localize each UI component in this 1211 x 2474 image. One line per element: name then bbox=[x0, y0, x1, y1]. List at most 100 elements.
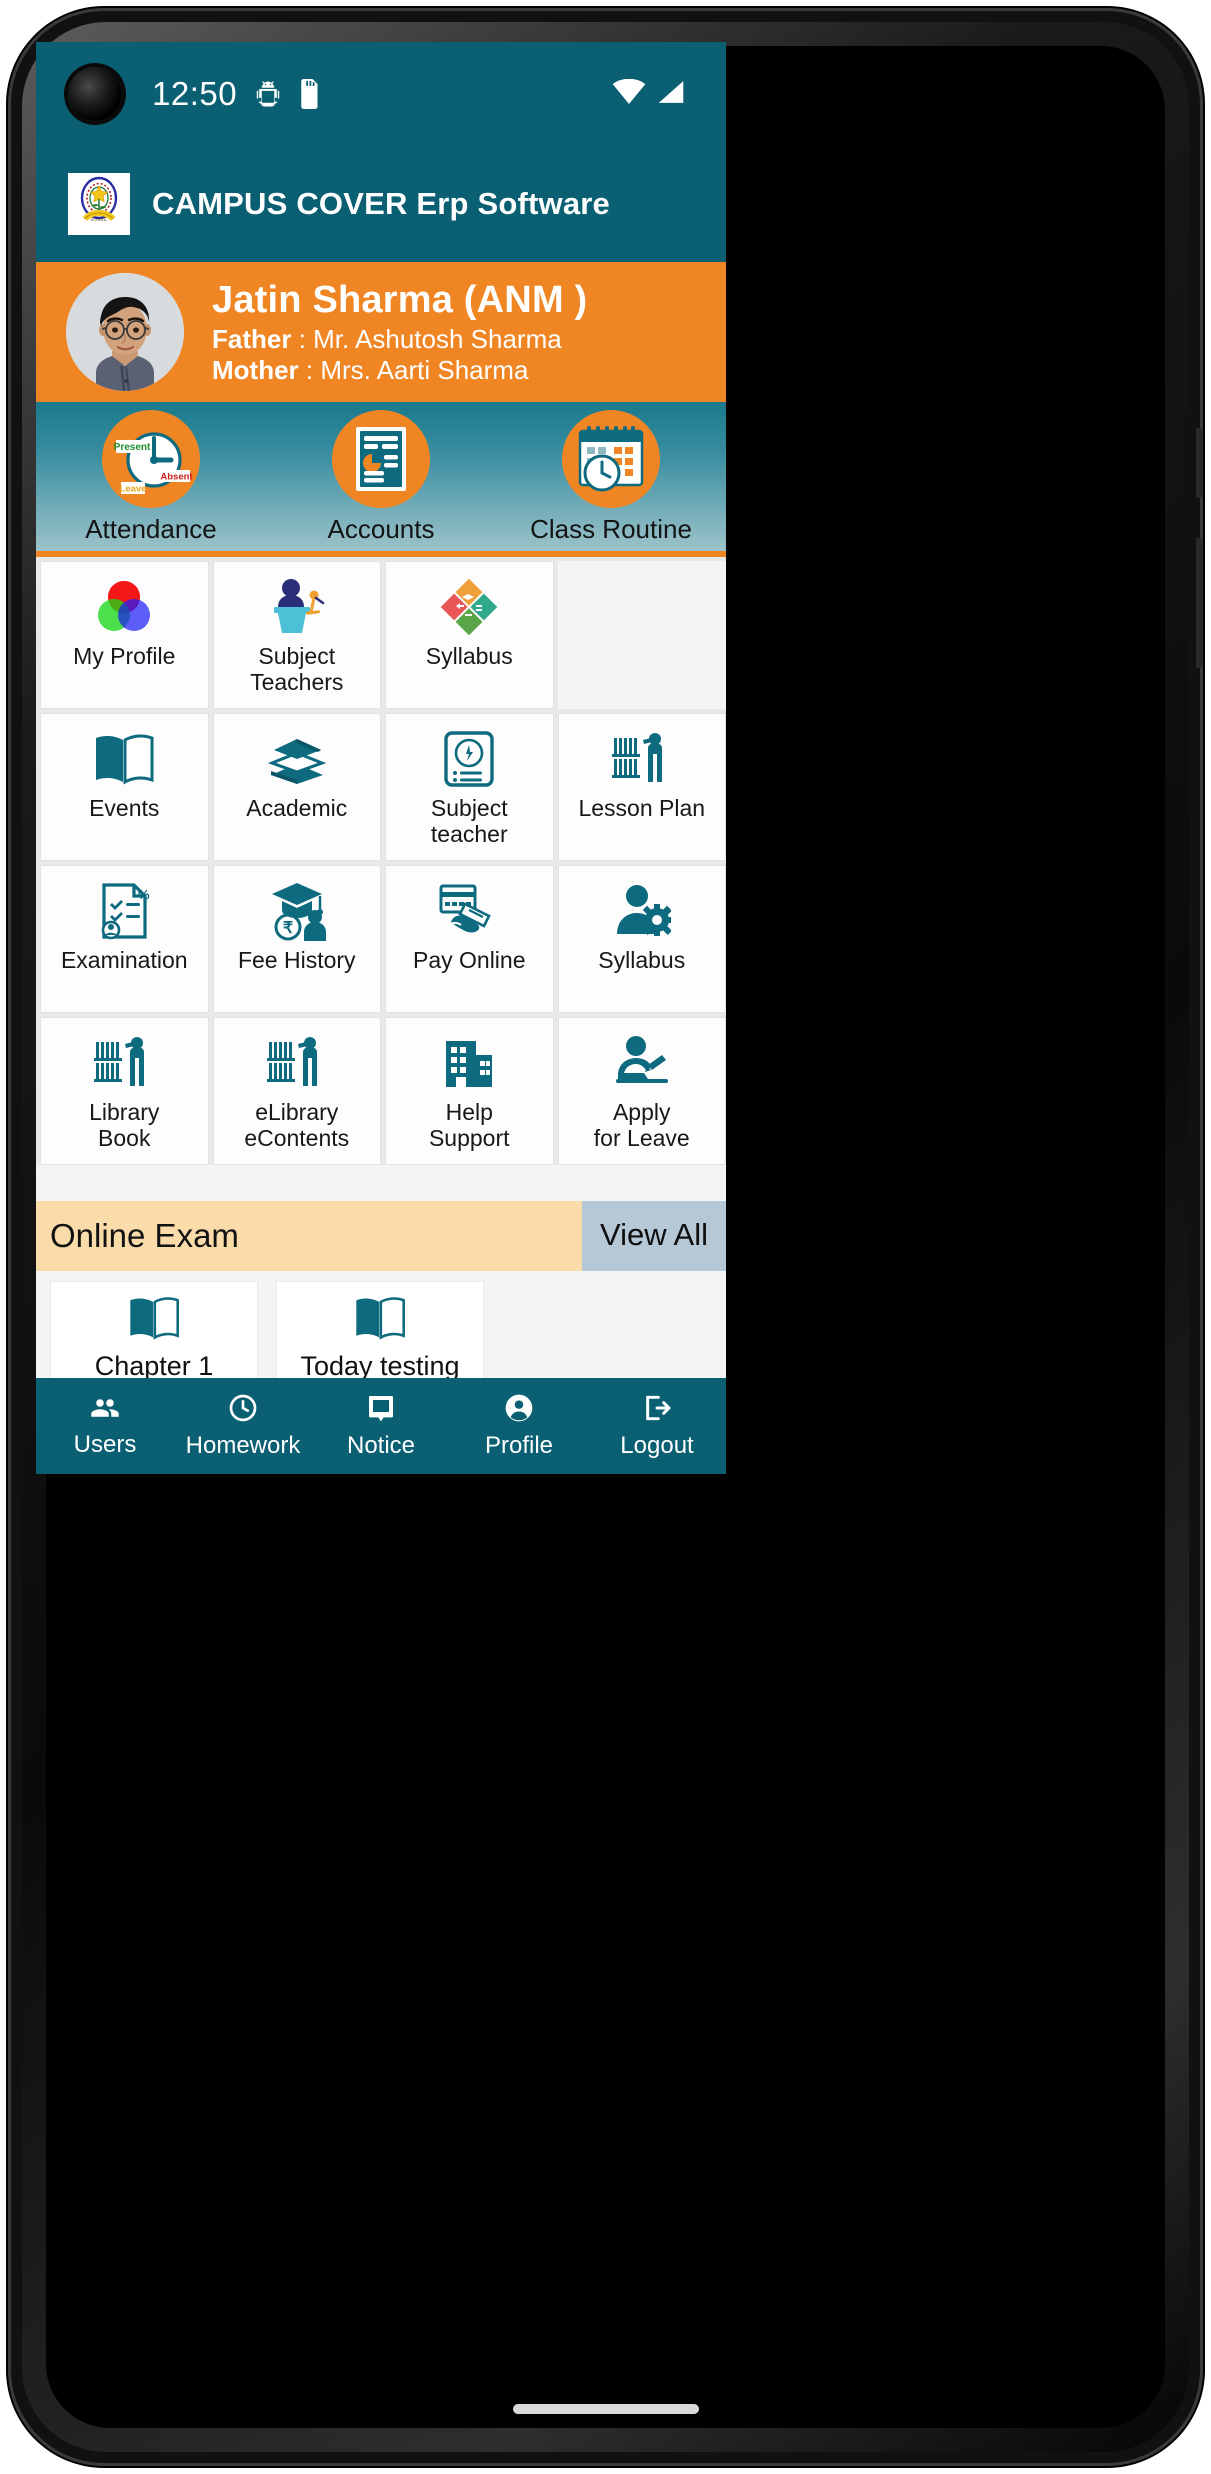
open-book-icon bbox=[127, 1296, 181, 1345]
nav-item-users[interactable]: Users bbox=[36, 1378, 174, 1474]
calendar-clock-icon bbox=[562, 410, 660, 508]
tile-apply-for-leave[interactable]: Apply for Leave bbox=[557, 1017, 726, 1165]
bottom-navigation-bar: Users Homework Notice Profile Logout bbox=[36, 1378, 726, 1474]
tile-label: Pay Online bbox=[412, 947, 526, 973]
nav-label: Notice bbox=[346, 1432, 416, 1459]
tile-label: eLibrary eContents bbox=[244, 1099, 350, 1151]
tile-label: Subject Teachers bbox=[250, 643, 344, 695]
notice-board-icon bbox=[365, 1392, 397, 1429]
svg-text:Absent: Absent bbox=[160, 472, 193, 483]
phone-screen: 12:50 SCHOOL CAMPUS COVER Erp Software J… bbox=[36, 42, 726, 1474]
tile-help-support[interactable]: Help Support bbox=[385, 1017, 554, 1165]
svg-text:Leave: Leave bbox=[120, 484, 147, 495]
nav-item-logout[interactable]: Logout bbox=[588, 1378, 726, 1474]
graduate-rupee-icon: ₹ bbox=[266, 880, 328, 942]
status-bar: 12:50 bbox=[36, 42, 726, 146]
father-line: Father : Mr. Ashutosh Sharma bbox=[212, 325, 587, 353]
tile-academic[interactable]: Academic bbox=[212, 713, 381, 861]
quick-links-strip: Present Absent Leave Attendance Accounts… bbox=[36, 402, 726, 557]
tile-pay-online[interactable]: Pay Online bbox=[385, 865, 554, 1013]
id-card-icon bbox=[441, 728, 497, 790]
status-time: 12:50 bbox=[152, 75, 238, 112]
quick-link-label: Accounts bbox=[327, 514, 435, 544]
tile-syllabus-top[interactable]: Syllabus bbox=[385, 561, 554, 709]
volume-button[interactable] bbox=[1196, 538, 1203, 668]
home-indicator[interactable] bbox=[512, 2404, 699, 2414]
mother-label: Mother bbox=[212, 355, 299, 386]
quick-link-label: Attendance bbox=[85, 514, 217, 544]
power-button[interactable] bbox=[1196, 428, 1203, 498]
tile-placeholder bbox=[557, 561, 726, 709]
mother-line: Mother : Mrs. Aarti Sharma bbox=[212, 356, 587, 384]
quick-link-accounts[interactable]: Accounts bbox=[266, 402, 496, 551]
quick-link-label: Class Routine bbox=[530, 514, 692, 544]
tile-label: Lesson Plan bbox=[578, 795, 706, 821]
status-right-icons bbox=[612, 78, 704, 110]
person-writing-icon bbox=[612, 1032, 672, 1094]
android-debug-icon bbox=[253, 79, 283, 109]
tile-elibrary-econtents[interactable]: eLibrary eContents bbox=[212, 1017, 381, 1165]
sd-card-icon bbox=[299, 79, 321, 109]
tile-label: Fee History bbox=[237, 947, 356, 973]
svg-text:Present: Present bbox=[114, 442, 151, 453]
tile-label: Events bbox=[89, 795, 160, 821]
tile-fee-history[interactable]: ₹ Fee History bbox=[212, 865, 381, 1013]
student-profile-banner[interactable]: Jatin Sharma (ANM ) Father : Mr. Ashutos… bbox=[36, 262, 726, 402]
wifi-icon bbox=[612, 78, 646, 110]
nav-item-notice[interactable]: Notice bbox=[312, 1378, 450, 1474]
tile-label: Subject teacher bbox=[430, 795, 508, 847]
signal-icon bbox=[656, 79, 686, 110]
tile-label: Syllabus bbox=[425, 643, 513, 669]
building-icon bbox=[440, 1032, 498, 1094]
open-book-icon bbox=[353, 1296, 407, 1345]
rgb-circles-icon bbox=[94, 576, 154, 638]
svg-text:₹: ₹ bbox=[283, 920, 293, 937]
card-payment-icon bbox=[437, 880, 501, 942]
users-icon bbox=[88, 1393, 122, 1428]
open-book-icon bbox=[93, 728, 155, 790]
attendance-clock-icon: Present Absent Leave bbox=[102, 410, 200, 508]
nav-label: Homework bbox=[185, 1432, 301, 1459]
bookshelf-person-icon bbox=[92, 1032, 156, 1094]
tile-examination[interactable]: % Examination bbox=[40, 865, 209, 1013]
nav-item-homework[interactable]: Homework bbox=[174, 1378, 312, 1474]
app-bar: SCHOOL CAMPUS COVER Erp Software bbox=[36, 146, 726, 262]
nav-label: Profile bbox=[484, 1432, 554, 1459]
nav-item-profile[interactable]: Profile bbox=[450, 1378, 588, 1474]
tile-syllabus-bottom[interactable]: Syllabus bbox=[557, 865, 726, 1013]
accounts-report-icon bbox=[332, 410, 430, 508]
front-camera-punch-hole bbox=[68, 67, 122, 121]
person-gear-icon bbox=[613, 880, 671, 942]
tile-lesson-plan[interactable]: Lesson Plan bbox=[557, 713, 726, 861]
tile-subject-teacher[interactable]: Subject teacher bbox=[385, 713, 554, 861]
tile-label: Academic bbox=[246, 795, 348, 821]
clock-icon bbox=[227, 1392, 259, 1429]
mother-name: : Mrs. Aarti Sharma bbox=[305, 355, 529, 386]
nav-label: Logout bbox=[620, 1432, 694, 1459]
tile-library-book[interactable]: Library Book bbox=[40, 1017, 209, 1165]
page-title: CAMPUS COVER Erp Software bbox=[151, 186, 610, 221]
bookshelf-person-icon bbox=[265, 1032, 329, 1094]
diamond-cluster-icon bbox=[440, 576, 498, 638]
quick-link-class-routine[interactable]: Class Routine bbox=[496, 402, 726, 551]
logout-icon bbox=[641, 1392, 673, 1429]
father-name: : Mr. Ashutosh Sharma bbox=[298, 323, 562, 354]
tile-subject-teachers[interactable]: Subject Teachers bbox=[212, 561, 381, 709]
avatar bbox=[66, 273, 184, 391]
tile-label: Apply for Leave bbox=[593, 1099, 690, 1151]
view-all-button[interactable]: View All bbox=[582, 1201, 726, 1271]
svg-text:%: % bbox=[138, 887, 150, 902]
quick-link-attendance[interactable]: Present Absent Leave Attendance bbox=[36, 402, 266, 551]
student-name: Jatin Sharma (ANM ) bbox=[212, 278, 588, 321]
account-circle-icon bbox=[503, 1392, 535, 1429]
tile-events[interactable]: Events bbox=[40, 713, 209, 861]
tile-label: Help Support bbox=[428, 1099, 510, 1151]
father-label: Father bbox=[212, 323, 292, 354]
tile-label: Syllabus bbox=[598, 947, 686, 973]
tile-my-profile[interactable]: My Profile bbox=[40, 561, 209, 709]
bookshelf-person-icon bbox=[610, 728, 674, 790]
podium-speaker-icon bbox=[266, 576, 328, 638]
tile-label: My Profile bbox=[73, 643, 176, 669]
tile-label: Library Book bbox=[89, 1099, 160, 1151]
online-exam-header: Online Exam View All bbox=[36, 1201, 726, 1271]
